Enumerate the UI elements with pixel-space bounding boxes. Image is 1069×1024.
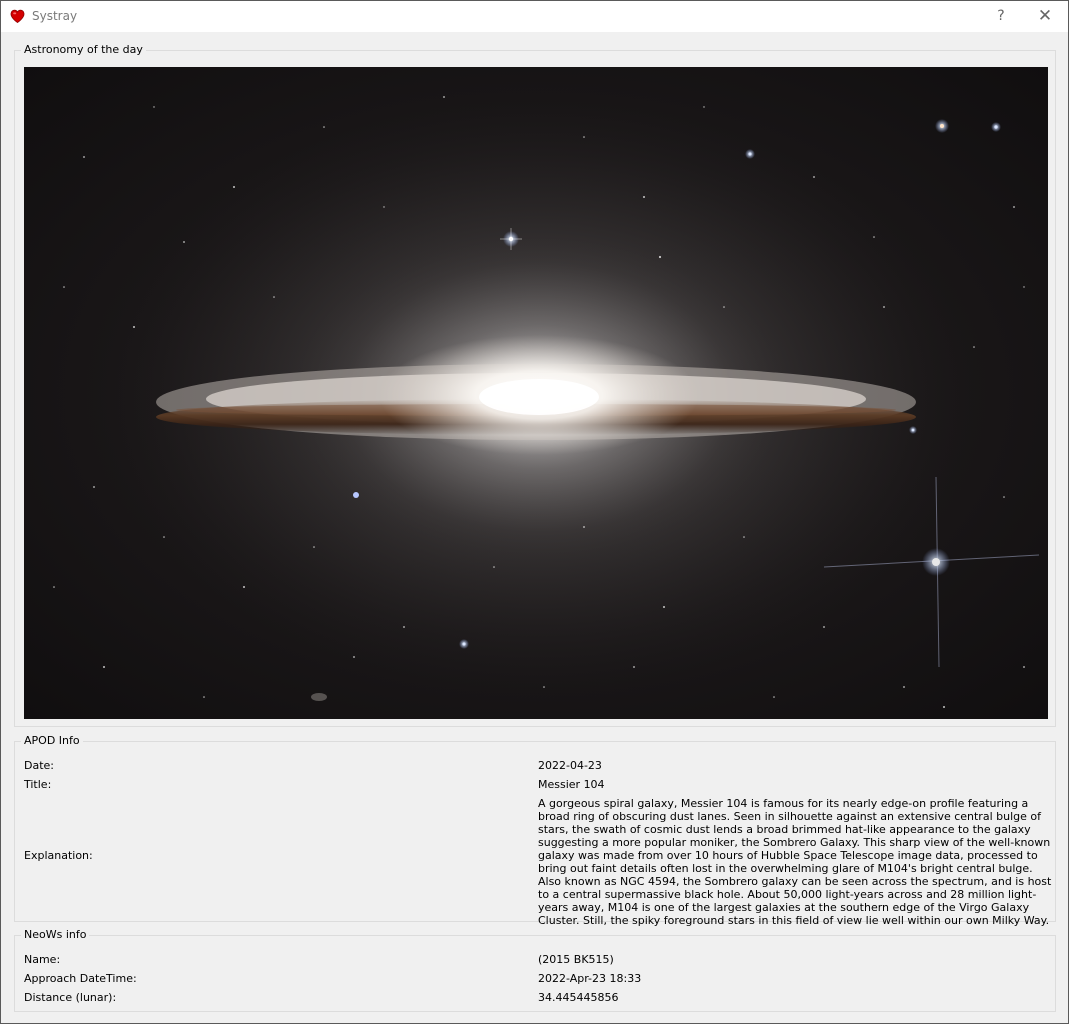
name-value: (2015 BK515): [538, 953, 614, 966]
explanation-value: A gorgeous spiral galaxy, Messier 104 is…: [538, 797, 1052, 927]
distance-value: 34.445445856: [538, 991, 619, 1004]
date-value: 2022-04-23: [538, 759, 602, 772]
date-label: Date:: [24, 759, 54, 772]
apod-image-group-title: Astronomy of the day: [21, 43, 146, 57]
distance-label: Distance (lunar):: [24, 991, 117, 1004]
neows-info-group: NeoWs info: [14, 928, 1056, 1012]
apod-image: [24, 67, 1048, 719]
apod-info-group-title: APOD Info: [21, 734, 83, 748]
heart-icon: [10, 9, 25, 24]
title-label: Title:: [24, 778, 52, 791]
name-label: Name:: [24, 953, 61, 966]
title-bar[interactable]: Systray ? ✕: [1, 1, 1068, 32]
neows-info-group-title: NeoWs info: [21, 928, 90, 942]
title-value: Messier 104: [538, 778, 605, 791]
close-button[interactable]: ✕: [1022, 1, 1068, 32]
approach-datetime-value: 2022-Apr-23 18:33: [538, 972, 642, 985]
approach-datetime-label: Approach DateTime:: [24, 972, 137, 985]
systray-window: Systray ? ✕ Astronomy of the day APOD In…: [0, 0, 1069, 1024]
window-title: Systray: [32, 9, 78, 23]
help-button[interactable]: ?: [978, 1, 1024, 32]
explanation-label: Explanation:: [24, 849, 93, 862]
